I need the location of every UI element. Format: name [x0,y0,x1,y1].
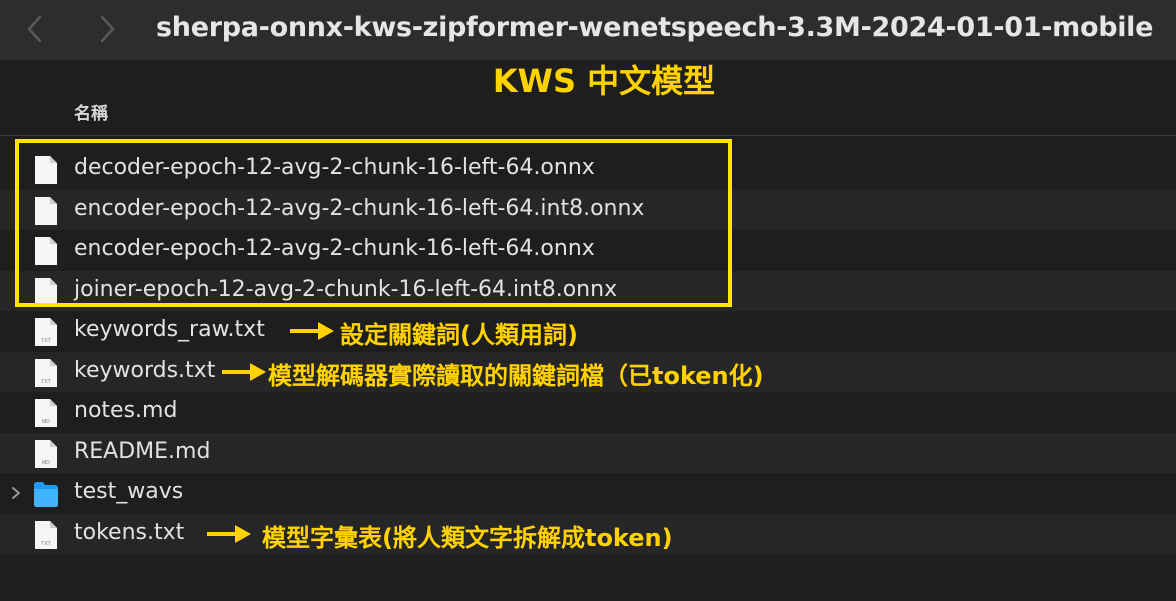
txt-file-icon: TXT [35,358,57,387]
file-name: notes.md [74,398,178,423]
file-row[interactable]: test_wavs [0,473,1176,514]
md-file-icon: MD [35,439,57,468]
onnx-highlight-box [15,139,732,307]
file-name: test_wavs [74,479,184,504]
chevron-left-icon [27,15,42,43]
file-row[interactable]: MD notes.md [0,392,1176,433]
svg-text:TXT: TXT [41,379,50,385]
txt-file-icon: TXT [35,520,57,549]
svg-text:MD: MD [42,419,50,425]
file-name: keywords_raw.txt [74,317,265,342]
annotation-label: 設定關鍵詞(人類用詞) [340,321,578,349]
column-header-name[interactable]: 名稱 [74,99,108,124]
file-row[interactable]: TXT keywords_raw.txt 設定關鍵詞(人類用詞) [0,311,1176,352]
svg-text:MD: MD [42,460,50,466]
finder-toolbar: sherpa-onnx-kws-zipformer-wenetspeech-3.… [0,0,1176,60]
forward-button[interactable] [92,12,122,46]
arrow-right-icon [290,322,334,340]
column-header-row: 名稱 [0,90,1176,136]
file-name: tokens.txt [74,519,185,545]
file-name: README.md [74,438,211,464]
file-row[interactable]: TXT tokens.txt 模型字彙表(將人類文字拆解成token) [0,513,1176,554]
file-row[interactable]: TXT keywords.txt 模型解碼器實際讀取的關鍵詞檔（已token化) [0,351,1176,392]
arrow-right-icon [207,524,251,543]
window-title: sherpa-onnx-kws-zipformer-wenetspeech-3.… [156,12,1154,43]
annotation-label: 模型字彙表(將人類文字拆解成token) [262,523,673,552]
svg-text:TXT: TXT [41,338,50,344]
disclosure-chevron-icon[interactable] [9,483,23,503]
file-row[interactable]: MD README.md [0,432,1176,473]
folder-icon [34,482,58,507]
txt-file-icon: TXT [35,318,57,346]
chevron-right-icon [100,15,115,43]
svg-text:TXT: TXT [41,541,50,547]
annotation-label: 模型解碼器實際讀取的關鍵詞檔（已token化) [268,361,764,390]
arrow-right-icon [222,362,266,381]
file-name: keywords.txt [74,357,216,383]
back-button[interactable] [20,12,50,46]
md-file-icon: MD [35,399,57,427]
